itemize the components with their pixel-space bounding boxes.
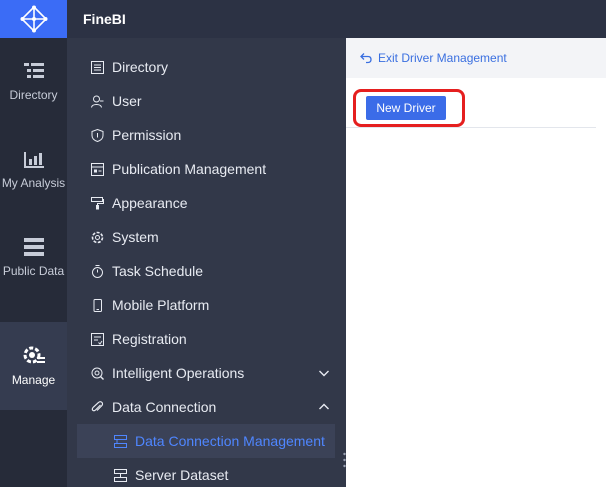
rail-label: Directory	[9, 88, 58, 102]
nav-sidebar: Directory User Permission Publication Ma…	[67, 38, 346, 487]
nav-sub-label: Server Dataset	[135, 467, 229, 483]
user-icon	[90, 94, 104, 108]
nav-item-directory[interactable]: Directory	[77, 50, 336, 84]
rail-item-my-analysis[interactable]: My Analysis	[0, 126, 67, 214]
shield-icon	[90, 128, 104, 142]
database-icon	[23, 238, 44, 256]
top-bar: FineBI	[0, 0, 606, 38]
exit-driver-management-link[interactable]: Exit Driver Management	[360, 48, 507, 68]
stopwatch-icon	[90, 264, 104, 278]
nav-sub-server-dataset[interactable]: Server Dataset	[77, 458, 335, 487]
nav-item-label: Appearance	[112, 195, 188, 211]
nav-item-label: Directory	[112, 59, 169, 75]
registration-icon	[90, 332, 104, 346]
rail-item-directory[interactable]: Directory	[0, 38, 67, 126]
gear-manage-icon	[23, 346, 45, 364]
back-arrow-icon	[360, 53, 372, 64]
nav-item-label: Mobile Platform	[112, 297, 210, 313]
nav-item-system[interactable]: System	[77, 220, 336, 254]
logo[interactable]	[0, 0, 67, 38]
nav-sub-data-connection-management[interactable]: Data Connection Management	[77, 424, 335, 458]
nav-sub-label: Data Connection Management	[135, 433, 325, 449]
nav-item-label: System	[112, 229, 159, 245]
nav-item-registration[interactable]: Registration	[77, 322, 336, 356]
driver-panel	[346, 78, 606, 487]
gear-icon	[90, 230, 104, 244]
mobile-icon	[90, 298, 104, 312]
rail-label: Manage	[11, 373, 56, 387]
list-icon	[90, 60, 104, 74]
nav-item-appearance[interactable]: Appearance	[77, 186, 336, 220]
publication-icon	[90, 162, 104, 176]
connection-icon	[113, 434, 127, 448]
rail-label: Public Data	[2, 264, 65, 278]
highlight-annotation	[353, 89, 465, 127]
exit-link-label: Exit Driver Management	[378, 51, 507, 65]
chart-icon	[23, 152, 44, 168]
nav-item-permission[interactable]: Permission	[77, 118, 336, 152]
nav-item-mobile-platform[interactable]: Mobile Platform	[77, 288, 336, 322]
nav-item-task-schedule[interactable]: Task Schedule	[77, 254, 336, 288]
icon-rail: Directory My Analysis Public Data Manage	[0, 38, 67, 487]
server-icon	[113, 468, 127, 482]
nav-item-data-connection[interactable]: Data Connection	[77, 390, 336, 424]
nav-item-label: Publication Management	[112, 161, 267, 177]
chevron-down-icon	[319, 370, 329, 377]
nav-item-intelligent-operations[interactable]: Intelligent Operations	[77, 356, 336, 390]
rail-item-manage[interactable]: Manage	[0, 322, 67, 410]
rail-label: My Analysis	[1, 176, 66, 190]
nav-item-label: Task Schedule	[112, 263, 204, 279]
paint-roller-icon	[90, 196, 104, 210]
paperclip-icon	[90, 400, 104, 414]
nav-item-label: Data Connection	[112, 399, 217, 415]
nav-item-label: Permission	[112, 127, 182, 143]
rail-item-public-data[interactable]: Public Data	[0, 214, 67, 302]
logo-icon	[20, 5, 47, 33]
operations-icon	[90, 366, 104, 380]
app-title: FineBI	[83, 11, 126, 27]
nav-item-label: Intelligent Operations	[112, 365, 245, 381]
nav-item-publication-management[interactable]: Publication Management	[77, 152, 336, 186]
chevron-up-icon	[319, 403, 329, 410]
nav-item-label: Registration	[112, 331, 187, 347]
directory-list-icon	[23, 63, 44, 78]
main-content: Exit Driver Management New Driver	[346, 38, 606, 487]
divider	[346, 127, 596, 128]
nav-item-label: User	[112, 93, 142, 109]
nav-item-user[interactable]: User	[77, 84, 336, 118]
